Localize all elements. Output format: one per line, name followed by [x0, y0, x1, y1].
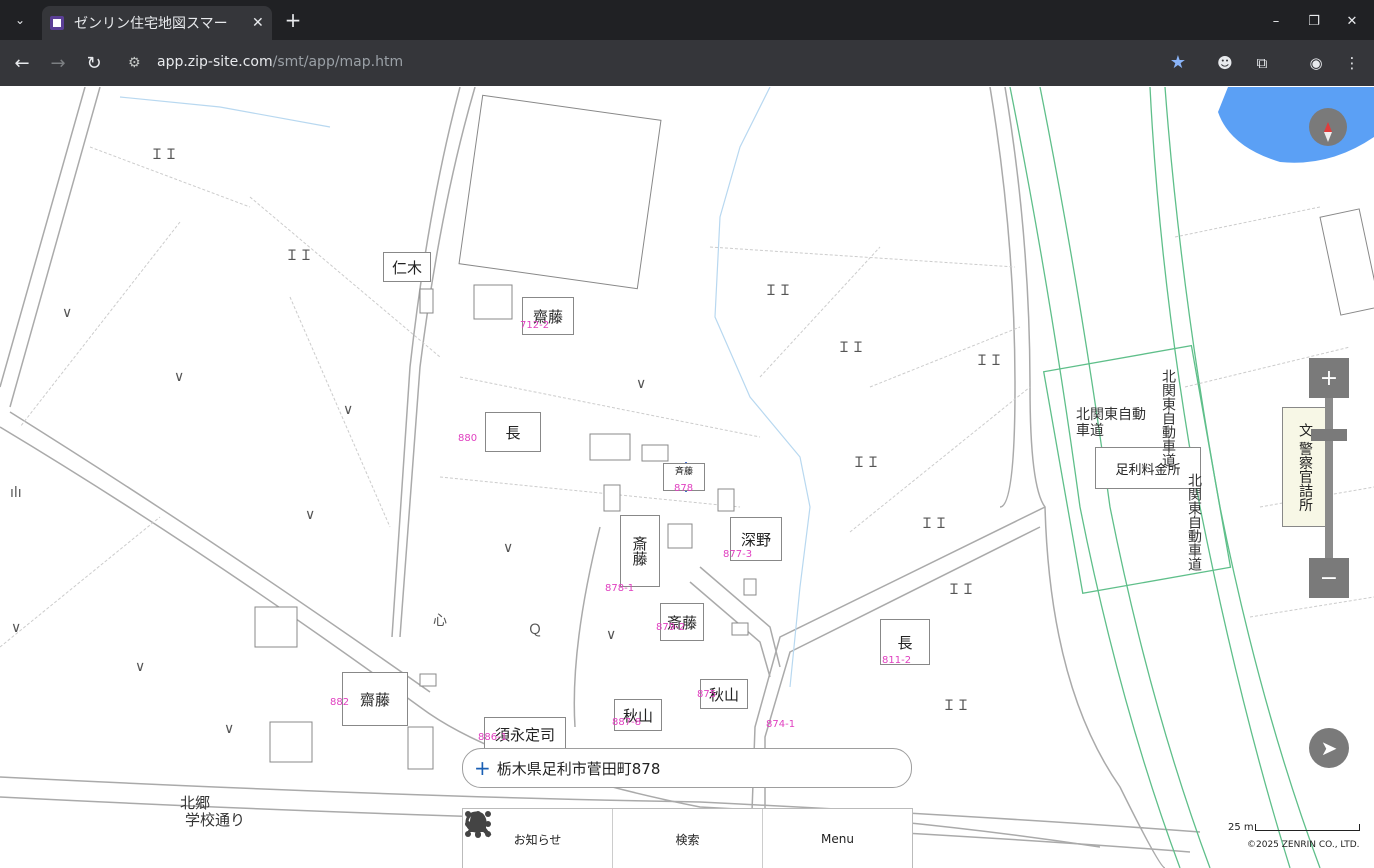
- site-info-icon[interactable]: ⚙: [128, 55, 141, 71]
- tab-strip: ⌄ ゼンリン住宅地図スマー ✕ + – ❐ ✕: [0, 0, 1374, 40]
- parcel-number: 878: [674, 483, 694, 494]
- field-symbol: ＩＩ: [947, 582, 975, 598]
- road-label-gakko: 学校通り: [185, 811, 246, 829]
- current-address: 栃木県足利市菅田町878: [496, 759, 661, 778]
- browser-toolbar: ← → ↻ ⚙ app.zip-site.com/smt/app/map.htm…: [0, 40, 1374, 86]
- site-favicon-icon: [50, 16, 64, 30]
- building-saito-878-1-label: 斎藤: [630, 536, 649, 566]
- minimize-button[interactable]: –: [1265, 10, 1287, 32]
- expressway-label-1: 北関東自動車道: [1076, 407, 1146, 439]
- parcel-number: 811-2: [882, 655, 912, 666]
- compass-needle-icon: [1324, 122, 1332, 142]
- window-close-button[interactable]: ✕: [1341, 10, 1363, 32]
- field-symbol: ∨: [62, 305, 73, 321]
- police-box: 文 警察官詰所: [1282, 407, 1328, 527]
- bottom-navigation: お知らせ 検索 Menu: [462, 808, 913, 868]
- field-symbol: 心: [433, 613, 447, 629]
- copyright-text: ©2025 ZENRIN CO., LTD.: [1247, 840, 1360, 850]
- parcel-number: 887-8: [612, 717, 642, 728]
- building-naga-880-label: 長: [505, 423, 521, 442]
- menu-button[interactable]: Menu: [465, 809, 912, 868]
- field-symbol: ∨: [11, 620, 22, 636]
- field-symbol: Ｑ: [528, 622, 542, 638]
- active-tab[interactable]: ゼンリン住宅地図スマー ✕: [42, 6, 272, 40]
- parcel-number: 712-2: [520, 320, 550, 331]
- tab-title: ゼンリン住宅地図スマー: [74, 16, 228, 32]
- parcel-number: 874-1: [766, 719, 796, 730]
- notice-label: お知らせ: [513, 832, 562, 847]
- address-bar[interactable]: ⚙ app.zip-site.com/smt/app/map.htm ★: [118, 46, 1198, 80]
- field-symbol: ＩＩ: [285, 248, 313, 264]
- compass-button[interactable]: [1309, 108, 1347, 146]
- parcel-number: 882: [330, 697, 350, 708]
- field-symbol: ∨: [135, 659, 146, 675]
- parcel-number: 880: [458, 433, 478, 444]
- menu-label: Menu: [821, 832, 854, 846]
- parcel-number: 875: [697, 689, 717, 700]
- building-saito-882: 齋藤: [342, 672, 408, 726]
- field-symbol: ılı: [10, 485, 22, 501]
- tab-close-icon[interactable]: ✕: [252, 15, 264, 31]
- field-symbol: ＩＩ: [975, 353, 1003, 369]
- reload-button[interactable]: ↻: [83, 52, 105, 74]
- field-symbol: ∨: [305, 507, 316, 523]
- search-button[interactable]: 検索: [465, 809, 763, 868]
- building-saito-882-label: 齋藤: [359, 690, 390, 709]
- field-symbol: ∨: [636, 376, 647, 392]
- restore-button[interactable]: ❐: [1303, 10, 1325, 32]
- building-naga-811-label: 長: [897, 633, 913, 652]
- extension-agent-icon[interactable]: ☻: [1214, 52, 1236, 74]
- field-symbol: ＩＩ: [150, 147, 178, 163]
- building-saito-878-label: 斉藤: [674, 467, 693, 477]
- new-tab-button[interactable]: +: [282, 8, 304, 32]
- profile-avatar-icon[interactable]: ◉: [1305, 52, 1327, 74]
- building-fukano-label: 深野: [740, 530, 771, 549]
- back-button[interactable]: ←: [11, 52, 33, 74]
- browser-menu-icon[interactable]: ⋮: [1341, 52, 1363, 74]
- parcel-number: 878-1: [605, 583, 635, 594]
- field-symbol: ＩＩ: [852, 455, 880, 471]
- parcel-number: 879-2: [656, 622, 686, 633]
- building-niki-label: 仁木: [391, 258, 422, 277]
- parcel-number: 877-3: [723, 549, 753, 560]
- zoom-slider-thumb[interactable]: [1311, 429, 1347, 441]
- field-symbol: ∨: [174, 369, 185, 385]
- url-path: /smt/app/map.htm: [272, 54, 404, 70]
- tab-list-button[interactable]: ⌄: [8, 8, 32, 32]
- map-canvas[interactable]: 仁木 齋藤 712-2 長 880 斉藤 878 斎藤 878-1 深野 877…: [0, 87, 1374, 868]
- grid-menu-icon: [465, 811, 491, 837]
- building-saito-878-1: 斎藤: [620, 515, 660, 587]
- bookmark-star-icon[interactable]: ★: [1170, 52, 1186, 73]
- crosshair-plus-icon: +: [474, 756, 491, 780]
- scale-bar: [1255, 824, 1360, 831]
- url-text: app.zip-site.com/smt/app/map.htm: [157, 54, 403, 70]
- url-host: app.zip-site.com: [157, 54, 273, 70]
- extensions-puzzle-icon[interactable]: ⧉: [1251, 52, 1273, 74]
- field-symbol: ＩＩ: [764, 283, 792, 299]
- field-symbol: ∨: [606, 627, 617, 643]
- field-symbol: ＩＩ: [942, 698, 970, 714]
- forward-button[interactable]: →: [47, 52, 69, 74]
- building-niki: 仁木: [383, 252, 431, 282]
- address-display-bar[interactable]: + 栃木県足利市菅田町878: [462, 748, 912, 788]
- field-symbol: ＩＩ: [920, 516, 948, 532]
- building-naga-880: 長: [485, 412, 541, 452]
- water-body: [1218, 87, 1374, 163]
- parcel-number: 886-1: [478, 732, 508, 743]
- current-location-button[interactable]: ➤: [1309, 728, 1349, 768]
- field-symbol: ∨: [343, 402, 354, 418]
- field-symbol: ＩＩ: [837, 340, 865, 356]
- zoom-out-button[interactable]: −: [1309, 558, 1349, 598]
- expressway-label-2: 北関東自動車道: [1160, 369, 1176, 467]
- zoom-slider-track[interactable]: [1325, 398, 1333, 558]
- field-symbol: ∨: [503, 540, 514, 556]
- expressway-label-3: 北関東自動車道: [1186, 473, 1202, 571]
- search-label: 検索: [675, 832, 700, 847]
- scale-label: 25 m: [1228, 822, 1254, 833]
- zoom-in-button[interactable]: +: [1309, 358, 1349, 398]
- field-symbol: ∨: [224, 721, 235, 737]
